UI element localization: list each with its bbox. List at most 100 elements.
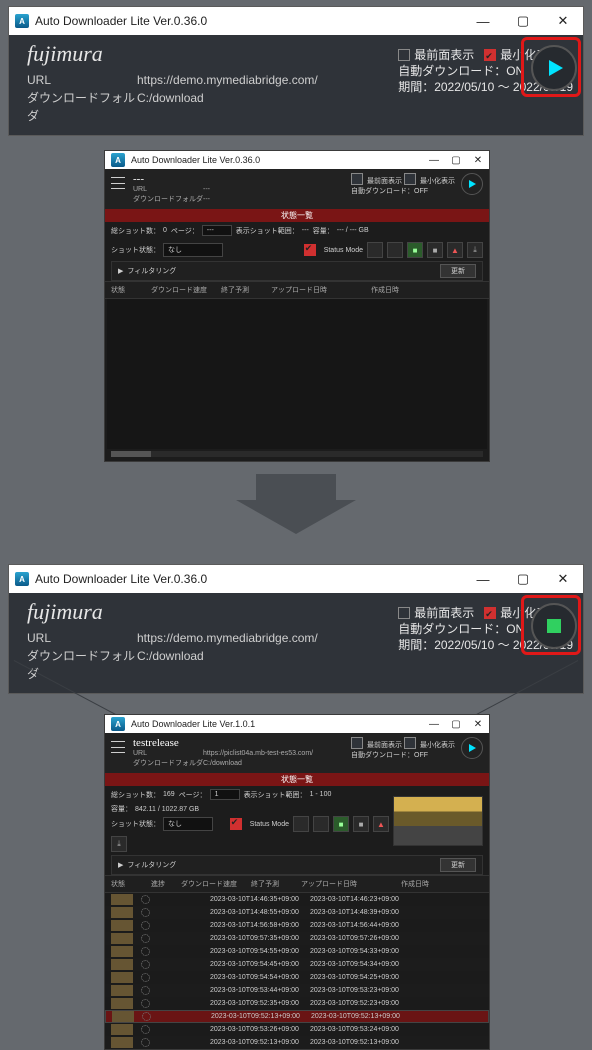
tool-button[interactable] xyxy=(387,242,403,258)
minimize-button[interactable]: — xyxy=(423,151,445,169)
tool-button[interactable] xyxy=(293,816,309,832)
page-select[interactable]: --- xyxy=(202,225,232,236)
upload-time: 2023-03-10T09:52:35+09:00 xyxy=(210,1000,310,1007)
col-created: 作成日時 xyxy=(371,285,483,295)
minimized-checkbox[interactable] xyxy=(484,607,496,619)
table-row[interactable]: 2023-03-10T09:54:54+09:002023-03-10T09:5… xyxy=(105,971,489,984)
created-time: 2023-03-10T14:48:39+09:00 xyxy=(310,909,483,916)
table-row[interactable]: 2023-03-10T09:53:44+09:002023-03-10T09:5… xyxy=(105,984,489,997)
window-title: Auto Downloader Lite Ver.0.36.0 xyxy=(35,572,463,586)
tool-button[interactable]: ⤓ xyxy=(111,836,127,852)
tool-button[interactable] xyxy=(367,242,383,258)
shotstate-select[interactable]: なし xyxy=(163,817,213,831)
table-row[interactable]: 2023-03-10T09:54:45+09:002023-03-10T09:5… xyxy=(105,958,489,971)
table-body: 2023-03-10T14:46:35+09:002023-03-10T14:4… xyxy=(105,893,489,1049)
status-mode-checkbox[interactable] xyxy=(230,818,242,830)
window-title: Auto Downloader Lite Ver.1.0.1 xyxy=(131,719,423,729)
created-time: 2023-03-10T14:56:44+09:00 xyxy=(310,922,483,929)
table-row[interactable]: 2023-03-10T09:53:26+09:002023-03-10T09:5… xyxy=(105,1023,489,1036)
start-button[interactable] xyxy=(461,173,483,195)
folder-value: C:/download xyxy=(137,89,204,125)
upload-time: 2023-03-10T09:54:45+09:00 xyxy=(210,961,310,968)
page-select[interactable]: 1 xyxy=(210,789,240,800)
table-row[interactable]: 2023-03-10T09:52:35+09:002023-03-10T09:5… xyxy=(105,997,489,1010)
topmost-checkbox[interactable] xyxy=(398,49,410,61)
tool-button[interactable] xyxy=(313,816,329,832)
maximize-button[interactable]: ▢ xyxy=(503,7,543,35)
row-thumbnail xyxy=(111,907,133,918)
maximize-button[interactable]: ▢ xyxy=(445,151,467,169)
table-row[interactable]: 2023-03-10T09:57:35+09:002023-03-10T09:5… xyxy=(105,932,489,945)
close-button[interactable]: ✕ xyxy=(467,715,489,733)
created-time: 2023-03-10T09:53:24+09:00 xyxy=(310,1026,483,1033)
upload-time: 2023-03-10T09:53:44+09:00 xyxy=(210,987,310,994)
close-button[interactable]: ✕ xyxy=(543,565,583,593)
list-title: 状態一覧 xyxy=(105,209,489,222)
username: testrelease xyxy=(133,737,313,749)
table-row[interactable]: 2023-03-10T09:54:55+09:002023-03-10T09:5… xyxy=(105,945,489,958)
table-row[interactable]: 2023-03-10T09:52:13+09:002023-03-10T09:5… xyxy=(105,1036,489,1049)
start-button[interactable] xyxy=(461,737,483,759)
col-upload: アップロード日時 xyxy=(271,285,371,295)
tool-button[interactable]: ⤓ xyxy=(467,242,483,258)
tool-button[interactable]: ■ xyxy=(407,242,423,258)
tool-button[interactable]: ▲ xyxy=(447,242,463,258)
minimize-button[interactable]: — xyxy=(423,715,445,733)
close-button[interactable]: ✕ xyxy=(467,151,489,169)
upload-time: 2023-03-10T14:46:35+09:00 xyxy=(210,896,310,903)
minimized-checkbox[interactable] xyxy=(484,49,496,61)
stop-button[interactable] xyxy=(531,603,577,649)
titlebar: A Auto Downloader Lite Ver.0.36.0 — ▢ ✕ xyxy=(9,565,583,593)
scrollbar[interactable] xyxy=(111,451,483,457)
progress-icon xyxy=(141,921,150,930)
table-row[interactable]: 2023-03-10T14:46:35+09:002023-03-10T14:4… xyxy=(105,893,489,906)
expand-icon[interactable]: ▶ xyxy=(118,861,123,869)
app-icon: A xyxy=(111,717,125,731)
close-button[interactable]: ✕ xyxy=(543,7,583,35)
maximize-button[interactable]: ▢ xyxy=(503,565,543,593)
minimize-button[interactable]: — xyxy=(463,565,503,593)
tool-button[interactable]: ■ xyxy=(427,242,443,258)
row-thumbnail xyxy=(111,1037,133,1048)
tool-button[interactable]: ■ xyxy=(353,816,369,832)
titlebar: A Auto Downloader Lite Ver.0.36.0 — ▢ ✕ xyxy=(9,7,583,35)
created-time: 2023-03-10T09:54:34+09:00 xyxy=(310,961,483,968)
expand-icon[interactable]: ▶ xyxy=(118,267,123,275)
table-row[interactable]: 2023-03-10T14:56:58+09:002023-03-10T14:5… xyxy=(105,919,489,932)
status-mode-checkbox[interactable] xyxy=(304,244,316,256)
col-upload: アップロード日時 xyxy=(301,879,401,889)
progress-icon xyxy=(141,960,150,969)
folder-label: ダウンロードフォルダ xyxy=(27,89,137,125)
topmost-checkbox[interactable] xyxy=(351,173,363,185)
window-title: Auto Downloader Lite Ver.0.36.0 xyxy=(35,14,463,28)
minimize-button[interactable]: — xyxy=(463,7,503,35)
list-title: 状態一覧 xyxy=(105,773,489,786)
update-button[interactable]: 更新 xyxy=(440,264,476,278)
minimized-checkbox[interactable] xyxy=(404,737,416,749)
update-button[interactable]: 更新 xyxy=(440,858,476,872)
start-button[interactable] xyxy=(531,45,577,91)
minimized-checkbox[interactable] xyxy=(404,173,416,185)
row-thumbnail xyxy=(111,894,133,905)
upload-time: 2023-03-10T09:52:13+09:00 xyxy=(211,1013,311,1020)
maximize-button[interactable]: ▢ xyxy=(445,715,467,733)
progress-icon xyxy=(141,947,150,956)
hamburger-icon[interactable] xyxy=(111,741,125,753)
col-created: 作成日時 xyxy=(401,879,483,889)
progress-icon xyxy=(141,908,150,917)
col-speed: ダウンロード速度 xyxy=(151,285,221,295)
table-row[interactable]: 2023-03-10T09:52:13+09:002023-03-10T09:5… xyxy=(105,1010,489,1023)
row-thumbnail xyxy=(111,959,133,970)
play-icon xyxy=(469,744,476,752)
topmost-checkbox[interactable] xyxy=(398,607,410,619)
tool-button[interactable]: ▲ xyxy=(373,816,389,832)
table-row[interactable]: 2023-03-10T14:48:55+09:002023-03-10T14:4… xyxy=(105,906,489,919)
progress-icon xyxy=(141,934,150,943)
topmost-checkbox[interactable] xyxy=(351,737,363,749)
progress-icon xyxy=(141,973,150,982)
row-thumbnail xyxy=(111,920,133,931)
hamburger-icon[interactable] xyxy=(111,177,125,189)
window-title: Auto Downloader Lite Ver.0.36.0 xyxy=(131,155,423,165)
tool-button[interactable]: ■ xyxy=(333,816,349,832)
shotstate-select[interactable]: なし xyxy=(163,243,223,257)
